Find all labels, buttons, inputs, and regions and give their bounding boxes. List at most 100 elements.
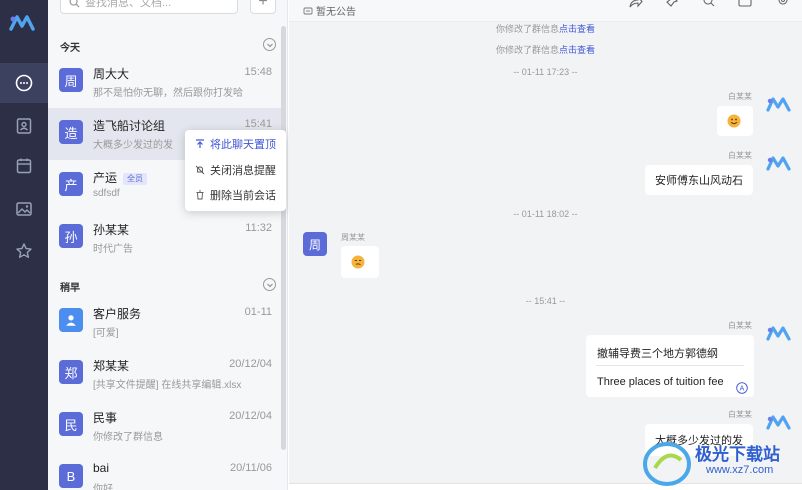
conversation-item[interactable]: 郑 郑某某 20/12/04 [共享文件提醒] 在线共享编辑.xlsx (48, 348, 284, 400)
sender-name: 白某某 (728, 410, 752, 419)
calendar-icon (16, 158, 32, 174)
sender-name: 白某某 (728, 321, 752, 330)
conversation-name: 造飞船讨论组 (93, 119, 166, 133)
avatar: B (59, 464, 83, 488)
conversation-time: 01-11 (244, 306, 272, 318)
chevron-down-icon (266, 283, 273, 287)
system-text: 你修改了群信息 (495, 24, 559, 34)
watermark-url: www.xz7.com (706, 464, 774, 476)
conversation-name: bai (93, 461, 110, 475)
conversation-item[interactable]: B bai 20/11/06 你好 (48, 452, 284, 490)
avatar: 产 (59, 172, 83, 196)
search-icon (69, 0, 80, 8)
nav-favorites[interactable] (0, 231, 48, 271)
message-original-text: 撤辅导费三个地方郭德纲 (597, 348, 718, 360)
conversation-item[interactable]: 周 周大大 15:48 那不是怕你无聊，然后跟你打发哈... (48, 56, 284, 108)
add-button[interactable]: + (250, 0, 276, 14)
avatar (59, 308, 83, 332)
nav-messages[interactable] (0, 63, 48, 103)
conversation-preview: [可爱] (93, 328, 119, 339)
bot-avatar-icon (766, 156, 791, 171)
menu-item-label: 将此聊天置顶 (210, 139, 276, 151)
search-history-icon[interactable] (699, 0, 715, 10)
conversation-preview: 那不是怕你无聊，然后跟你打发哈... (93, 88, 243, 99)
pin-icon[interactable] (663, 0, 679, 10)
star-icon (16, 243, 32, 258)
announcement[interactable]: 暂无公告 (303, 3, 356, 18)
chevron-down-icon (266, 43, 273, 47)
conversation-time: 20/11/06 (229, 462, 272, 474)
conversation-item[interactable]: 孙 孙某某 11:32 时代广告 (48, 212, 284, 264)
menu-item-delete[interactable]: 删除当前会话 (185, 183, 286, 207)
view-link[interactable]: 点击查看 (559, 24, 595, 34)
search-placeholder: 查找消息、文档... (85, 0, 172, 9)
menu-item-pin-chat[interactable]: 将此聊天置顶 (185, 132, 286, 156)
conversation-time: 15:41 (244, 118, 272, 130)
bot-avatar-icon (766, 415, 791, 430)
smirk-emoji-icon (351, 255, 365, 269)
conversation-name: 郑某某 (93, 359, 130, 373)
avatar: 孙 (59, 224, 83, 248)
avatar: 造 (59, 120, 83, 144)
nav-contacts[interactable] (0, 106, 48, 146)
message-bubble-emoji (717, 106, 753, 136)
image-icon (16, 202, 32, 216)
conversation-item[interactable]: 客户服务 01-11 [可爱] (48, 296, 284, 348)
avatar: 民 (59, 412, 83, 436)
avatar[interactable]: 周 (303, 232, 327, 256)
chat-topbar: 暂无公告 (289, 0, 802, 22)
list-scrollbar[interactable] (281, 26, 286, 450)
divider (596, 365, 744, 366)
bot-avatar-icon (766, 326, 791, 341)
message-bubble-emoji (341, 246, 379, 278)
pin-top-icon (196, 139, 204, 148)
all-members-badge: 全员 (123, 173, 148, 185)
conversation-name: 产运 全员 (93, 169, 148, 186)
group-toggle-today[interactable] (263, 38, 276, 51)
message-bubble: 安师傅东山风动石 (645, 165, 753, 195)
watermark-name: 极光下载站 (695, 445, 780, 464)
conversation-time: 20/12/04 (229, 358, 272, 370)
system-message: 你修改了群信息点击查看 (289, 43, 802, 56)
group-header-today: 今天 (60, 43, 80, 54)
settings-icon[interactable] (775, 0, 791, 10)
conversation-time: 15:48 (244, 66, 272, 78)
conversation-list: 查找消息、文档... + 今天 周 周大大 15:48 那不是怕你无聊，然后跟你… (48, 0, 288, 490)
view-link[interactable]: 点击查看 (559, 45, 595, 55)
smile-emoji-icon (727, 114, 741, 128)
conversation-time: 20/12/04 (229, 410, 272, 422)
conversation-item[interactable]: 民 民事 20/12/04 你修改了群信息 (48, 400, 284, 452)
conversation-preview: 你好 (93, 484, 113, 490)
nav-gallery[interactable] (0, 189, 48, 229)
bell-off-icon (195, 165, 205, 175)
share-icon[interactable] (627, 0, 643, 10)
sender-name: 白某某 (728, 151, 752, 160)
group-toggle-earlier[interactable] (263, 278, 276, 291)
system-text: 你修改了群信息 (495, 45, 559, 55)
conversation-name-text: 产运 (93, 171, 118, 185)
avatar: 郑 (59, 360, 83, 384)
chat-history-icon[interactable] (737, 0, 753, 10)
translate-icon-glyph: A (740, 386, 745, 393)
group-header-earlier: 稍早 (60, 283, 80, 294)
search-input[interactable]: 查找消息、文档... (60, 0, 238, 14)
announcement-text: 暂无公告 (316, 7, 356, 18)
time-divider: -- 01-11 17:23 -- (513, 67, 578, 77)
conversation-name: 孙某某 (93, 223, 130, 237)
announcement-icon (303, 7, 313, 14)
sender-name: 白某某 (728, 92, 752, 101)
conversation-name: 民事 (93, 411, 118, 425)
translate-icon[interactable]: A (736, 382, 748, 394)
message-bubble-translated: 撤辅导费三个地方郭德纲 Three places of tuition fee … (586, 335, 754, 397)
nav-calendar[interactable] (0, 146, 48, 186)
conversation-name: 客户服务 (93, 307, 142, 321)
conversation-preview: [共享文件提醒] 在线共享编辑.xlsx (93, 380, 242, 391)
conversation-time: 11:32 (245, 222, 272, 234)
menu-item-label: 删除当前会话 (210, 190, 276, 202)
bot-avatar-icon (766, 97, 791, 112)
menu-item-mute[interactable]: 关闭消息提醒 (185, 158, 286, 182)
menu-item-label: 关闭消息提醒 (210, 165, 276, 177)
person-icon (66, 315, 76, 326)
avatar: 周 (59, 68, 83, 92)
conversation-preview: 你修改了群信息 (93, 432, 163, 443)
